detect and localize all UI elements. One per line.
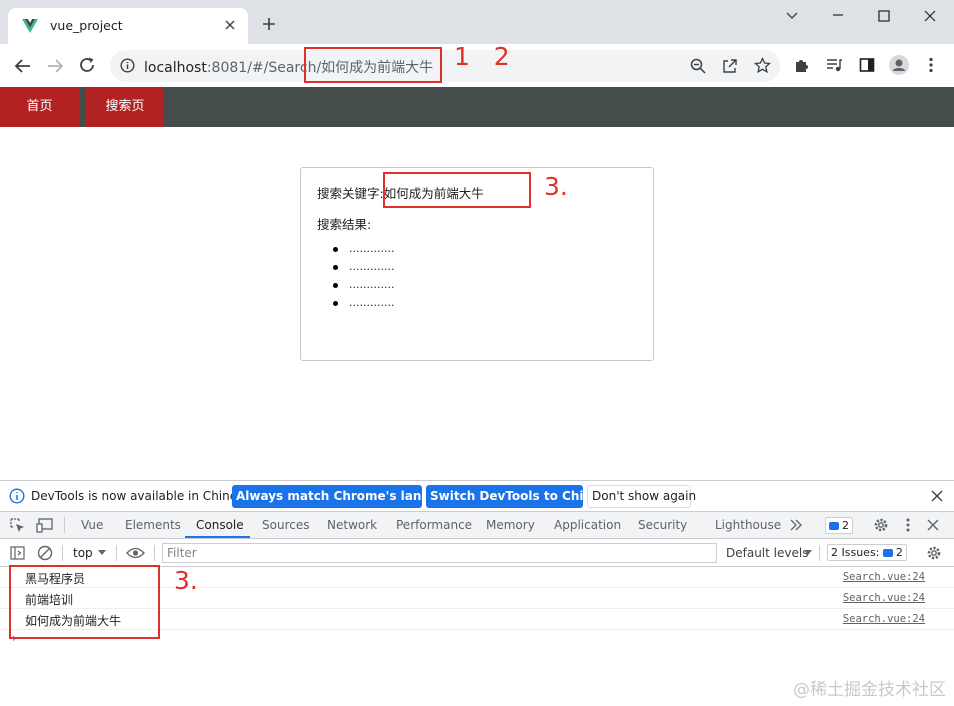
info-icon: [9, 488, 25, 504]
back-arrow-icon[interactable]: [14, 57, 32, 75]
show-sidebar-icon[interactable]: [10, 546, 25, 560]
tab-console[interactable]: Console: [196, 518, 244, 532]
live-expression-eye-icon[interactable]: [126, 547, 145, 559]
vue-logo-icon: [22, 19, 38, 33]
nav-home-link[interactable]: 首页: [0, 87, 79, 127]
inspect-element-icon[interactable]: [10, 518, 25, 533]
close-devtools-icon[interactable]: [927, 519, 939, 531]
levels-dropdown-icon[interactable]: [804, 550, 812, 556]
tab-security[interactable]: Security: [638, 518, 687, 532]
divider: [64, 517, 65, 533]
divider: [154, 545, 155, 561]
switch-chinese-button[interactable]: Switch DevTools to Chinese: [426, 485, 615, 508]
tab-elements[interactable]: Elements: [125, 518, 181, 532]
tab-sources[interactable]: Sources: [262, 518, 309, 532]
log-levels-dropdown[interactable]: Default levels: [726, 546, 808, 560]
bookmark-star-icon[interactable]: [754, 57, 771, 74]
devtools-panel: DevTools is now available in Chinese! Al…: [0, 480, 954, 706]
tab-performance[interactable]: Performance: [396, 518, 472, 532]
tab-title: vue_project: [50, 18, 123, 33]
devtools-infobar: DevTools is now available in Chinese! Al…: [0, 481, 954, 512]
profile-avatar-icon[interactable]: [889, 55, 909, 75]
keyword-annotation-number: 3.: [544, 172, 568, 201]
share-icon[interactable]: [722, 58, 738, 74]
browser-tab[interactable]: vue_project: [8, 8, 248, 44]
devtools-menu-icon[interactable]: [906, 518, 910, 532]
console-toolbar: top Filter Default levels 2 Issues: 2: [0, 539, 954, 567]
extensions-puzzle-icon[interactable]: [793, 57, 810, 74]
browser-menu-icon[interactable]: [929, 57, 933, 73]
reload-icon[interactable]: [78, 56, 96, 74]
tab-memory[interactable]: Memory: [486, 518, 535, 532]
list-item: .............: [333, 294, 394, 312]
issues-count: 2: [895, 546, 903, 559]
context-dropdown-icon[interactable]: [98, 550, 106, 556]
message-icon: [882, 549, 893, 557]
issues-badge-count: 2: [842, 519, 849, 532]
minimize-icon[interactable]: [832, 10, 844, 20]
url-highlight-box: [304, 47, 442, 83]
media-queue-icon[interactable]: [826, 58, 843, 73]
address-bar[interactable]: localhost:8081/#/Search/如何成为前端大牛: [110, 50, 780, 82]
close-window-icon[interactable]: [924, 10, 936, 22]
close-tab-icon[interactable]: [224, 19, 236, 31]
site-info-icon[interactable]: [120, 58, 135, 73]
page-nav-bar: 首页 搜索页: [0, 87, 954, 127]
list-item: .............: [333, 276, 394, 294]
context-selector[interactable]: top: [73, 546, 93, 560]
device-toolbar-icon[interactable]: [36, 518, 54, 533]
devtools-tab-bar: Vue Elements Console Sources Network Per…: [0, 512, 954, 539]
divider: [116, 545, 117, 561]
watermark: @稀土掘金技术社区: [793, 680, 946, 700]
maximize-icon[interactable]: [878, 10, 890, 22]
message-icon: [829, 522, 839, 530]
console-annotation-number: 3.: [174, 566, 198, 595]
console-highlight-box: [9, 565, 160, 639]
active-tab-indicator: [185, 536, 250, 538]
forward-arrow-icon[interactable]: [46, 57, 64, 75]
tab-lighthouse[interactable]: Lighthouse: [715, 518, 781, 532]
settings-gear-icon[interactable]: [873, 517, 889, 533]
console-filter-input[interactable]: Filter: [162, 543, 717, 563]
dont-show-again-button[interactable]: Don't show again: [587, 485, 696, 508]
more-tabs-chevron-icon[interactable]: [789, 519, 803, 531]
log-source-link[interactable]: Search.vue:24: [843, 592, 925, 604]
nav-search-link[interactable]: 搜索页: [86, 87, 164, 127]
browser-tab-strip: vue_project: [0, 0, 954, 44]
tab-application[interactable]: Application: [554, 518, 621, 532]
results-list: ............. ............. ............…: [333, 240, 394, 312]
side-panel-icon[interactable]: [859, 57, 875, 73]
zoom-icon[interactable]: [690, 58, 706, 74]
divider: [819, 545, 820, 561]
issues-counter[interactable]: 2 Issues: 2: [827, 544, 907, 561]
tab-search-chevron-icon[interactable]: [786, 10, 798, 20]
keyword-label: 搜索关键字:: [317, 186, 384, 201]
log-source-link[interactable]: Search.vue:24: [843, 571, 925, 583]
keyword-highlight-box: [383, 172, 531, 208]
list-item: .............: [333, 258, 394, 276]
results-label: 搜索结果:: [317, 217, 372, 232]
issues-badge[interactable]: 2: [825, 517, 853, 534]
list-item: .............: [333, 240, 394, 258]
url-annotation-numbers: 1 2: [454, 42, 510, 71]
close-infobar-icon[interactable]: [931, 490, 943, 502]
issues-label: 2 Issues:: [831, 546, 880, 559]
url-host: localhost: [144, 60, 207, 76]
infobar-message: DevTools is now available in Chinese!: [31, 489, 256, 503]
tab-vue[interactable]: Vue: [81, 518, 103, 532]
match-language-button[interactable]: Always match Chrome's language: [232, 485, 463, 508]
console-settings-gear-icon[interactable]: [926, 545, 942, 561]
divider: [62, 545, 63, 561]
tab-network[interactable]: Network: [327, 518, 377, 532]
clear-console-icon[interactable]: [37, 545, 53, 561]
log-source-link[interactable]: Search.vue:24: [843, 613, 925, 625]
new-tab-icon[interactable]: [262, 17, 276, 31]
